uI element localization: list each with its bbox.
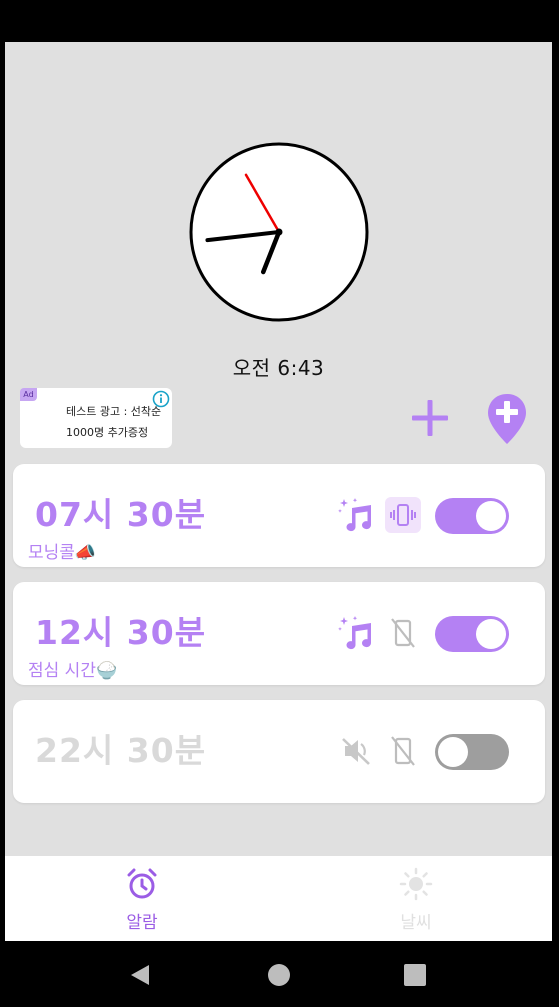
add-location-alarm-button[interactable] — [485, 392, 529, 446]
ad-text-line1: 테스트 광고 : 선착순 — [66, 405, 162, 418]
nav-item-weather[interactable]: 날씨 — [279, 856, 552, 941]
alarm-clock-icon — [127, 868, 157, 899]
system-navigation-bar — [0, 941, 559, 1007]
back-icon[interactable] — [128, 963, 152, 987]
alarm-time: 07시 30분 — [35, 495, 207, 534]
toggle-knob — [438, 737, 468, 767]
alarm-enable-toggle[interactable] — [435, 498, 509, 534]
alarm-card[interactable]: 07시 30분 모닝콜📣 — [13, 464, 545, 567]
plus-icon — [412, 400, 448, 436]
recents-icon[interactable] — [403, 963, 427, 987]
alarm-app: 오전 6:43 Ad 테스트 광고 : 선착순 1000명 추가증정 07시 3… — [5, 42, 552, 941]
vibrate-icon — [390, 504, 416, 526]
alarm-card[interactable]: 22시 30분 — [13, 700, 545, 803]
nav-item-alarm[interactable]: 알람 — [5, 856, 279, 941]
status-bar — [0, 0, 559, 42]
toggle-knob — [476, 619, 506, 649]
vibrate-off-icon — [391, 736, 415, 766]
bottom-navigation: 알람 날씨 — [5, 856, 552, 941]
phone-screen: 오전 6:43 Ad 테스트 광고 : 선착순 1000명 추가증정 07시 3… — [0, 0, 559, 1007]
music-note-sparkle-icon[interactable] — [338, 614, 376, 652]
add-alarm-button[interactable] — [410, 398, 450, 438]
alarm-label: 모닝콜📣 — [28, 543, 97, 563]
nav-label-alarm: 알람 — [126, 913, 158, 933]
vibrate-off-icon — [391, 618, 415, 648]
vibrate-toggle[interactable] — [385, 615, 421, 651]
nav-label-weather: 날씨 — [400, 913, 432, 933]
clock-center-dot — [275, 228, 283, 236]
vibrate-toggle[interactable] — [385, 497, 421, 533]
ad-text-line2: 1000명 추가증정 — [66, 426, 149, 439]
alarm-time: 12시 30분 — [35, 613, 207, 652]
alarm-enable-toggle[interactable] — [435, 616, 509, 652]
ad-banner[interactable]: Ad 테스트 광고 : 선착순 1000명 추가증정 — [20, 388, 172, 448]
sun-icon — [399, 867, 433, 901]
toggle-knob — [476, 501, 506, 531]
location-plus-icon — [488, 394, 526, 444]
alarm-enable-toggle[interactable] — [435, 734, 509, 770]
vibrate-toggle[interactable] — [385, 733, 421, 769]
home-icon[interactable] — [267, 963, 291, 987]
analog-clock — [189, 142, 369, 322]
sound-off-icon[interactable] — [338, 732, 376, 770]
alarm-time: 22시 30분 — [35, 731, 207, 770]
digital-time: 오전 6:43 — [232, 356, 325, 380]
alarm-card[interactable]: 12시 30분 점심 시간🍚 — [13, 582, 545, 685]
ad-badge: Ad — [20, 388, 37, 401]
alarm-label: 점심 시간🍚 — [28, 661, 118, 681]
music-note-sparkle-icon[interactable] — [338, 496, 376, 534]
